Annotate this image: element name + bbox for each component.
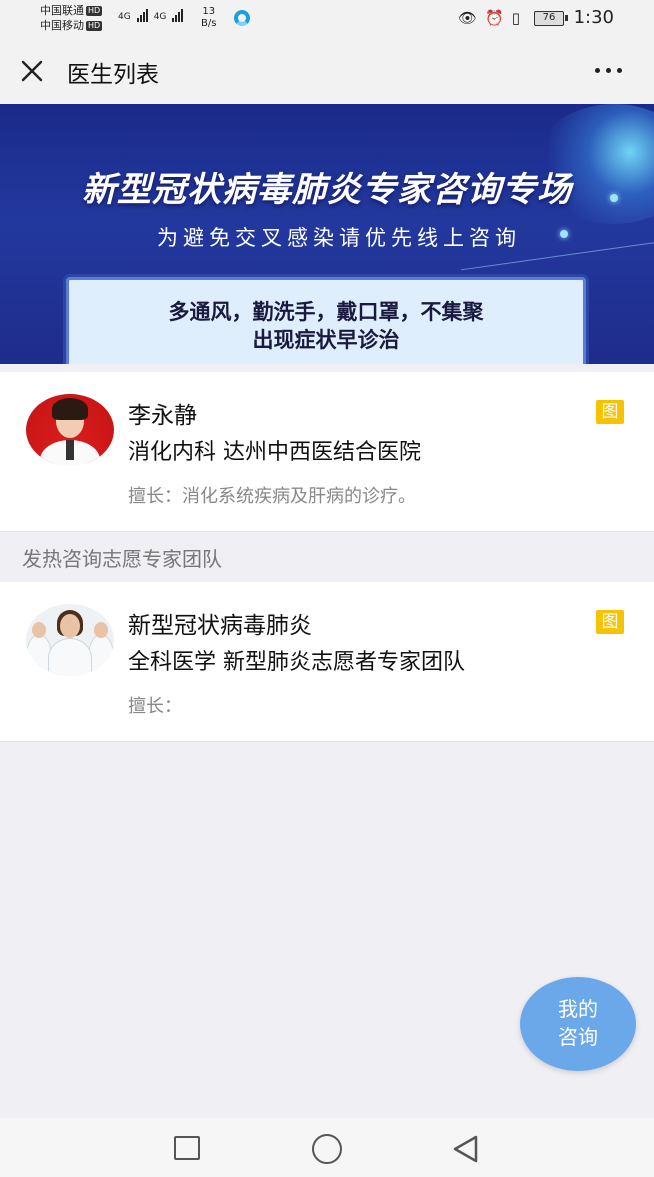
banner[interactable]: 新型冠状病毒肺炎专家咨询专场 为避免交叉感染请优先线上咨询 多通风，勤洗手，戴口… xyxy=(0,104,654,364)
system-nav-bar xyxy=(0,1118,654,1177)
carrier-info: 中国联通 HD 中国移动 HD xyxy=(40,3,103,33)
banner-notice-box: 多通风，勤洗手，戴口罩，不集聚 出现症状早诊治 xyxy=(66,277,586,364)
back-icon[interactable] xyxy=(452,1134,480,1164)
page-title: 医生列表 xyxy=(67,62,159,88)
battery-icon: 76 xyxy=(534,11,568,26)
signal-bars-icon xyxy=(136,8,148,22)
network-label-1: 4G xyxy=(118,12,131,22)
section-title: 发热咨询志愿专家团队 xyxy=(22,547,222,571)
doctor-avatar xyxy=(26,394,114,466)
system-icons: 👁 ⏰ ▯ xyxy=(458,9,520,27)
team-department: 全科医学 新型肺炎志愿者专家团队 xyxy=(128,650,465,675)
team-specialty: 擅长： xyxy=(128,696,182,717)
doctor-department: 消化内科 达州中西医结合医院 xyxy=(128,440,421,465)
signal-indicators: 4G 4G xyxy=(118,8,184,22)
browser-icon xyxy=(234,10,250,26)
banner-notice-line2: 出现症状早诊治 xyxy=(252,328,400,352)
page: 中国联通 HD 中国移动 HD 4G 4G 13 B/s 👁 ⏰ ▯ 76 1:30… xyxy=(0,0,654,1177)
image-consult-badge: 图 xyxy=(596,610,624,634)
carrier-1: 中国联通 xyxy=(40,4,84,17)
banner-subtitle: 为避免交叉感染请优先线上咨询 xyxy=(157,226,521,250)
team-name: 新型冠状病毒肺炎 xyxy=(128,613,312,639)
fab-label-line2: 咨询 xyxy=(558,1025,598,1049)
doctor-card[interactable]: 李永静 消化内科 达州中西医结合医院 擅长：消化系统疾病及肝病的诊疗。 图 xyxy=(0,372,654,532)
speed-unit: B/s xyxy=(201,18,217,29)
more-icon[interactable] xyxy=(595,68,622,73)
banner-notice-line1: 多通风，勤洗手，戴口罩，不集聚 xyxy=(168,300,484,324)
carrier-2: 中国移动 xyxy=(40,19,84,32)
signal-bars-icon xyxy=(172,8,184,22)
doctor-specialty: 擅长：消化系统疾病及肝病的诊疗。 xyxy=(128,486,416,507)
doctor-name: 李永静 xyxy=(128,403,197,429)
recent-apps-icon[interactable] xyxy=(174,1136,200,1160)
my-consultation-button[interactable]: 我的 咨询 xyxy=(520,977,636,1071)
image-consult-badge: 图 xyxy=(596,400,624,424)
hd-badge: HD xyxy=(86,6,103,16)
close-icon[interactable] xyxy=(20,59,44,83)
speed-value: 13 xyxy=(202,6,216,17)
fab-label-line1: 我的 xyxy=(558,997,598,1021)
team-card[interactable]: 新型冠状病毒肺炎 全科医学 新型肺炎志愿者专家团队 擅长： 图 xyxy=(0,582,654,742)
section-header: 发热咨询志愿专家团队 xyxy=(0,532,654,582)
home-icon[interactable] xyxy=(312,1134,342,1164)
nav-bar: 医生列表 xyxy=(0,38,654,104)
hd-badge: HD xyxy=(86,21,103,31)
network-speed: 13 B/s xyxy=(201,6,216,30)
network-label-2: 4G xyxy=(153,12,167,22)
team-avatar xyxy=(26,604,114,676)
eye-icon: 👁 xyxy=(458,9,478,27)
alarm-icon: ⏰ xyxy=(485,9,504,27)
clock: 1:30 xyxy=(573,7,614,28)
banner-title: 新型冠状病毒肺炎专家咨询专场 xyxy=(82,170,572,210)
status-bar: 中国联通 HD 中国移动 HD 4G 4G 13 B/s 👁 ⏰ ▯ 76 1:30 xyxy=(0,0,654,38)
vibrate-icon: ▯ xyxy=(511,9,520,27)
